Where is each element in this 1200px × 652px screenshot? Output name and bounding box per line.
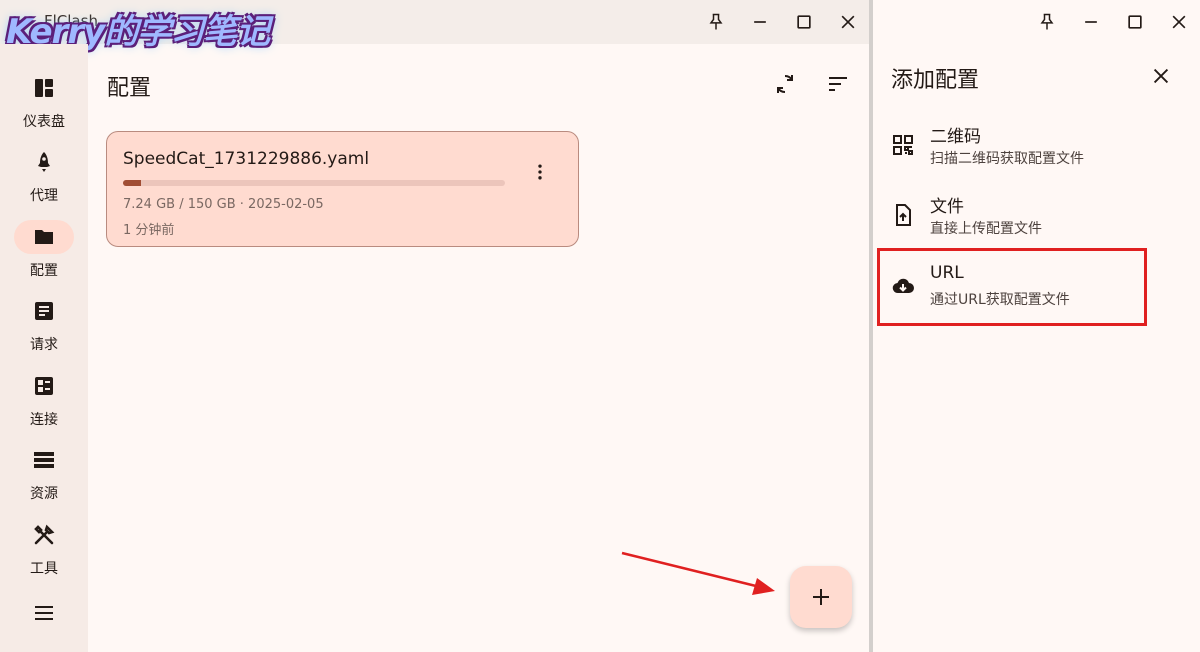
storage-icon <box>34 452 54 468</box>
sort-button[interactable] <box>824 70 852 98</box>
sidebar-item-label: 请求 <box>30 337 58 353</box>
profile-more-button[interactable] <box>528 160 552 184</box>
panel-pin-button[interactable] <box>1025 8 1069 36</box>
option-file[interactable]: 文件 直接上传配置文件 <box>873 184 1200 254</box>
option-subtitle: 扫描二维码获取配置文件 <box>930 151 1084 167</box>
sidebar-item-label: 工具 <box>30 561 58 577</box>
minimize-icon <box>754 21 766 23</box>
panel-close-button[interactable] <box>1147 62 1175 90</box>
dashboard-icon <box>35 79 53 97</box>
minimize-button[interactable] <box>738 8 782 36</box>
pin-icon <box>1040 13 1054 30</box>
window-controls <box>694 8 870 36</box>
connections-icon <box>35 377 53 395</box>
file-upload-icon <box>896 204 911 226</box>
sidebar-item-dashboard[interactable]: 仪表盘 <box>0 71 88 131</box>
sidebar-item-profiles[interactable]: 配置 <box>0 220 88 280</box>
tools-icon <box>34 524 55 545</box>
panel-minimize-button[interactable] <box>1069 8 1113 36</box>
option-title: 文件 <box>930 197 964 217</box>
close-button[interactable] <box>826 8 870 36</box>
usage-progress-fill <box>123 180 142 186</box>
sync-button[interactable] <box>771 70 799 98</box>
pin-button[interactable] <box>694 8 738 36</box>
add-profile-button[interactable] <box>790 566 852 628</box>
article-icon <box>35 302 53 320</box>
option-subtitle: 直接上传配置文件 <box>930 221 1042 237</box>
profile-card[interactable]: SpeedCat_1731229886.yaml 7.24 GB / 150 G… <box>106 131 579 247</box>
sidebar-menu-button[interactable] <box>0 596 88 630</box>
sidebar-item-label: 代理 <box>30 188 58 204</box>
sync-icon <box>777 74 793 94</box>
sidebar-item-tools[interactable]: 工具 <box>0 518 88 578</box>
main-window: FlClash Kerry的学习笔记 仪表盘 代理 配置 请求 连接 资源 工具… <box>0 0 869 652</box>
sidebar-item-connections[interactable]: 连接 <box>0 369 88 429</box>
panel-maximize-button[interactable] <box>1113 8 1157 36</box>
close-icon <box>1172 15 1186 29</box>
plus-icon <box>813 589 829 605</box>
sort-icon <box>829 77 847 91</box>
title-bar: FlClash Kerry的学习笔记 <box>0 0 870 52</box>
sidebar-item-resources[interactable]: 资源 <box>0 443 88 503</box>
profile-updated-time: 1 分钟前 <box>123 223 175 238</box>
sidebar-item-requests[interactable]: 请求 <box>0 294 88 354</box>
option-qr-code[interactable]: 二维码 扫描二维码获取配置文件 <box>873 114 1200 184</box>
qr-code-icon <box>893 135 913 155</box>
option-title: 二维码 <box>930 127 981 147</box>
sidebar-item-label: 资源 <box>30 486 58 502</box>
panel-title: 添加配置 <box>891 68 980 93</box>
rocket-icon <box>38 152 50 172</box>
add-profile-panel: 添加配置 二维码 扫描二维码获取配置文件 文件 直接上传配置文件 URL 通过U… <box>873 0 1200 652</box>
sidebar-item-label: 仪表盘 <box>23 114 65 130</box>
sidebar-item-label: 连接 <box>30 412 58 428</box>
panel-window-close-button[interactable] <box>1157 8 1200 36</box>
url-option-highlight <box>877 248 1147 326</box>
folder-icon <box>35 230 53 244</box>
profile-usage: 7.24 GB / 150 GB · 2025-02-05 <box>123 197 324 212</box>
more-vert-icon <box>538 164 542 180</box>
sidebar-item-label: 配置 <box>30 263 58 279</box>
panel-window-controls <box>1025 8 1200 36</box>
page-title: 配置 <box>107 76 152 101</box>
pin-icon <box>709 13 723 30</box>
usage-progress-bar <box>123 180 505 186</box>
sidebar: 仪表盘 代理 配置 请求 连接 资源 工具 <box>0 44 88 652</box>
profile-name: SpeedCat_1731229886.yaml <box>123 149 370 169</box>
maximize-button[interactable] <box>782 8 826 36</box>
panel-title-bar <box>873 0 1200 44</box>
menu-icon <box>35 606 53 620</box>
maximize-icon <box>797 15 811 29</box>
sidebar-item-proxy[interactable]: 代理 <box>0 145 88 205</box>
close-icon <box>1153 68 1169 84</box>
minimize-icon <box>1085 21 1097 23</box>
maximize-icon <box>1128 15 1142 29</box>
close-icon <box>841 15 855 29</box>
